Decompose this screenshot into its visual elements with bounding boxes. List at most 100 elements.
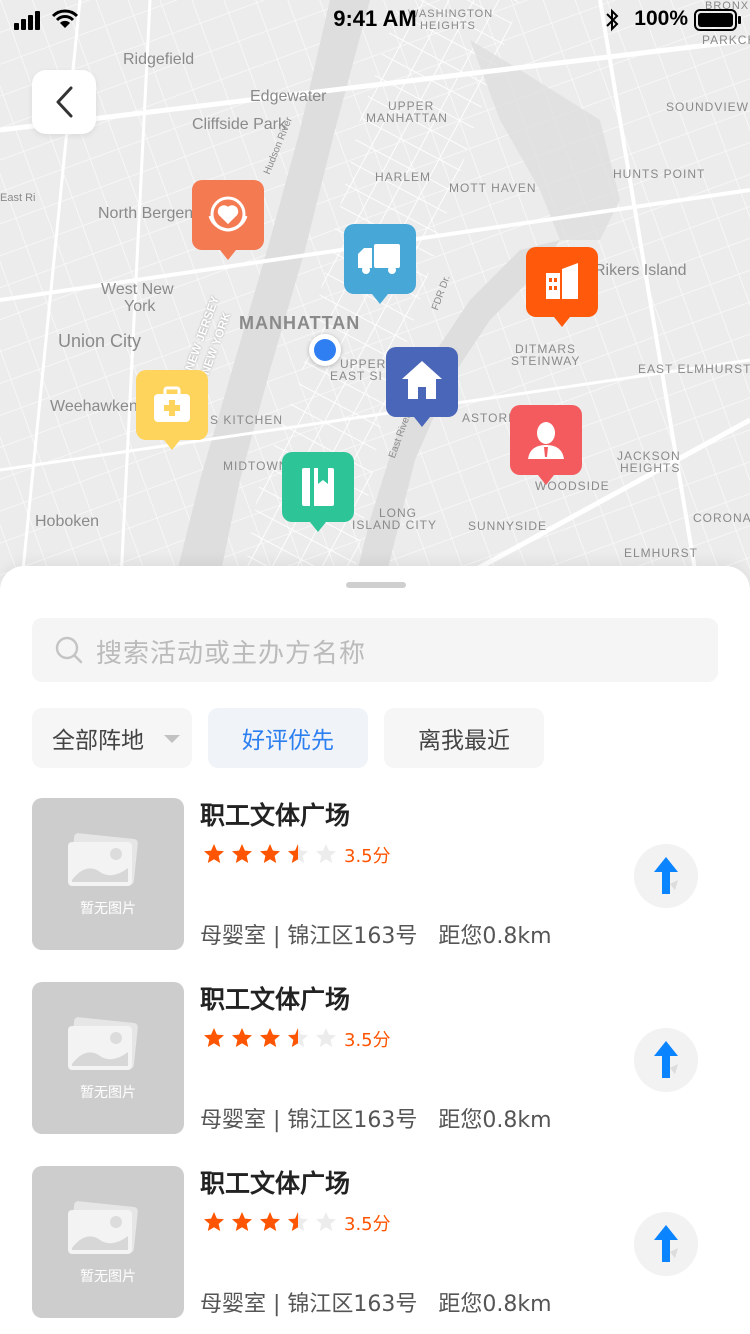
meta-divider: |: [273, 924, 288, 949]
map-view[interactable]: Ridgefield Edgewater Cliffside Park Nort…: [0, 0, 750, 600]
navigate-button[interactable]: [634, 1028, 698, 1092]
star-empty-icon: [316, 1028, 336, 1047]
map-label: MANHATTAN: [239, 313, 361, 333]
map-label: Cliffside Park: [192, 116, 286, 133]
map-pin-medical-kit[interactable]: [136, 370, 208, 450]
map-label: Union City: [58, 331, 142, 351]
map-pin-person[interactable]: [510, 405, 582, 485]
venue-meta: 母婴室 | 锦江区163号 距您0.8km: [200, 918, 552, 950]
map-label: HARLEM: [375, 170, 432, 184]
map-pin-truck[interactable]: [344, 224, 416, 304]
rating-score: 3.5分: [344, 846, 391, 867]
half-star-icon: [288, 1212, 308, 1231]
meta-divider: |: [273, 1108, 288, 1133]
star-empty-icon: [316, 844, 336, 863]
venue-category: 母婴室: [200, 924, 267, 949]
search-icon: [55, 636, 83, 664]
map-label: Edgewater: [250, 88, 327, 105]
thumbnail-placeholder: 暂无图片: [32, 982, 184, 1134]
map-label: Weehawken: [50, 398, 138, 415]
venue-name: 职工文体广场: [200, 985, 351, 1014]
map-label: HEIGHTS: [620, 461, 681, 475]
image-placeholder-icon: [68, 1201, 138, 1254]
book-icon: [302, 468, 334, 506]
navigate-button[interactable]: [634, 844, 698, 908]
navigate-button[interactable]: [634, 1212, 698, 1276]
list-item[interactable]: 暂无图片 职工文体广场 3.5分 母婴室 | 锦江区163号 距您0.8km: [32, 982, 722, 1134]
map-label: MANHATTAN: [366, 111, 448, 125]
star-icon: [260, 1028, 280, 1047]
map-label: EAST ELMHURST: [638, 362, 750, 376]
list-item[interactable]: 暂无图片 职工文体广场 3.5分 母婴室 | 锦江区163号 距您0.8km: [32, 1166, 722, 1318]
venue-distance: 距您0.8km: [438, 1108, 552, 1133]
star-icon: [204, 1212, 224, 1231]
map-pin-heart-hands[interactable]: [192, 180, 264, 260]
app-screen: Ridgefield Edgewater Cliffside Park Nort…: [0, 0, 750, 1334]
venue-address: 锦江区163号: [287, 1108, 418, 1133]
map-label: York: [124, 298, 156, 315]
star-rating: [200, 1026, 340, 1050]
venue-category: 母婴室: [200, 1292, 267, 1317]
bottom-sheet: 搜索活动或主办方名称 全部阵地 好评优先 离我最近 暂无图片 职工文体广场 3.…: [0, 566, 750, 1334]
map-label: HUNTS POINT: [613, 167, 706, 181]
no-image-text: 暂无图片: [80, 1085, 136, 1101]
star-icon: [232, 1212, 252, 1231]
search-placeholder: 搜索活动或主办方名称: [96, 639, 367, 669]
star-icon: [260, 1212, 280, 1231]
meta-divider: |: [273, 1292, 288, 1317]
map-label: SOUNDVIEW: [666, 100, 750, 114]
image-placeholder-icon: [68, 1017, 138, 1070]
map-pin-building[interactable]: [526, 247, 598, 327]
filter-label: 全部阵地: [52, 728, 144, 754]
map-label: East Ri: [0, 192, 36, 204]
caret-down-icon: [164, 735, 180, 743]
no-image-text: 暂无图片: [80, 901, 136, 917]
navigation-arrow-icon: [654, 857, 678, 894]
venue-meta: 母婴室 | 锦江区163号 距您0.8km: [200, 1286, 552, 1318]
star-empty-icon: [316, 1212, 336, 1231]
navigation-arrow-icon: [654, 1041, 678, 1078]
current-location-marker: [309, 334, 341, 366]
back-button[interactable]: [32, 70, 96, 134]
venue-meta: 母婴室 | 锦江区163号 距您0.8km: [200, 1102, 552, 1134]
list-item[interactable]: 暂无图片 职工文体广场 3.5分 母婴室 | 锦江区163号 距您0.8km: [32, 798, 722, 950]
filter-all-venues[interactable]: 全部阵地: [32, 708, 192, 768]
no-image-text: 暂无图片: [80, 1269, 136, 1285]
venue-distance: 距您0.8km: [438, 924, 552, 949]
search-input[interactable]: 搜索活动或主办方名称: [32, 618, 718, 682]
thumbnail-placeholder: 暂无图片: [32, 798, 184, 950]
map-label: Hoboken: [35, 513, 100, 530]
map-pin-home[interactable]: [386, 347, 458, 427]
filter-label: 离我最近: [418, 728, 510, 754]
navigation-arrow-icon: [654, 1225, 678, 1262]
star-rating: [200, 842, 340, 866]
chevron-left-icon: [56, 86, 73, 118]
image-placeholder-icon: [68, 833, 138, 886]
star-rating: [200, 1210, 340, 1234]
map-label: SUNNYSIDE: [468, 519, 548, 533]
battery-icon: [694, 9, 741, 31]
map-label: ISLAND CITY: [352, 518, 438, 532]
star-icon: [260, 844, 280, 863]
half-star-icon: [288, 1028, 308, 1047]
map-label: North Bergen: [98, 205, 194, 222]
status-bar: 9:41 AM 100%: [0, 0, 750, 40]
map-label: Ridgefield: [123, 51, 195, 68]
filter-top-rated[interactable]: 好评优先: [208, 708, 368, 768]
venue-address: 锦江区163号: [287, 924, 418, 949]
map-label: MIDTOWN: [223, 459, 289, 473]
star-icon: [204, 1028, 224, 1047]
battery-percentage: 100%: [634, 7, 688, 30]
rating-score: 3.5分: [344, 1030, 391, 1051]
map-label: West New: [101, 281, 174, 298]
star-icon: [232, 1028, 252, 1047]
rating-score: 3.5分: [344, 1214, 391, 1235]
map-label: S KITCHEN: [210, 413, 284, 427]
star-icon: [232, 844, 252, 863]
filter-label: 好评优先: [242, 728, 334, 754]
map-pin-book[interactable]: [282, 452, 354, 532]
venue-distance: 距您0.8km: [438, 1292, 552, 1317]
sheet-drag-handle[interactable]: [346, 582, 406, 588]
filter-nearest[interactable]: 离我最近: [384, 708, 544, 768]
venue-address: 锦江区163号: [287, 1292, 418, 1317]
